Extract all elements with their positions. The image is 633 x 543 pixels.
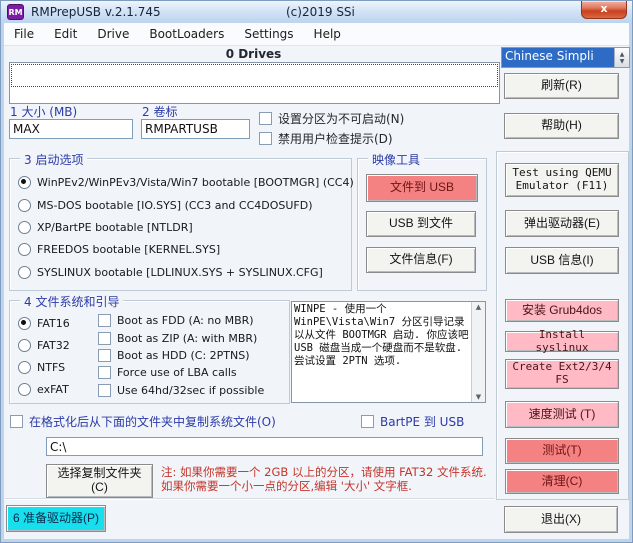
boot-options-group: 3 启动选项 WinPEv2/WinPEv3/Vista/Win7 bootab… bbox=[9, 151, 354, 291]
boot-option-info-box: WINPE - 使用一个 WinPE\Vista\Win7 分区引导记录以从文件… bbox=[291, 301, 486, 403]
copy-files-checkbox[interactable]: 在格式化后从下面的文件夹中复制系统文件(O) bbox=[10, 413, 276, 430]
filesystem-title: 4 文件系统和引导 bbox=[20, 293, 124, 310]
fs-check-hdd[interactable]: Boot as HDD (C: 2PTNS) bbox=[98, 349, 250, 362]
filesystem-group: 4 文件系统和引导 FAT16 FAT32 NTFS exFAT Boot as… bbox=[9, 293, 290, 404]
size-input[interactable] bbox=[9, 119, 133, 139]
partition-note: 注: 如果你需要一个 2GB 以上的分区，请使用 FAT32 文件系统. 如果你… bbox=[161, 465, 487, 493]
boot-option-msdos[interactable]: MS-DOS bootable [IO.SYS] (CC3 and CC4DOS… bbox=[18, 199, 313, 212]
size-label: 1 大小 (MB) bbox=[10, 105, 78, 119]
prepare-drive-button[interactable]: 6 准备驱动器(P) bbox=[6, 505, 106, 532]
menu-bootloaders[interactable]: BootLoaders bbox=[139, 24, 234, 44]
image-tools-group: 映像工具 文件到 USB USB 到文件 文件信息(F) bbox=[357, 151, 487, 291]
file-info-button[interactable]: 文件信息(F) bbox=[366, 247, 476, 273]
qemu-test-button[interactable]: Test using QEMU Emulator (F11) bbox=[505, 163, 619, 197]
boot-option-syslinux[interactable]: SYSLINUX bootable [LDLINUX.SYS + SYSLINU… bbox=[18, 266, 323, 279]
image-tools-title: 映像工具 bbox=[368, 151, 425, 168]
drive-list-focus-rect bbox=[11, 64, 498, 87]
spinner-up-icon[interactable]: ▲ bbox=[620, 51, 625, 58]
radio-icon[interactable] bbox=[18, 361, 31, 374]
volume-label: 2 卷标 bbox=[142, 105, 178, 119]
checkbox-icon[interactable] bbox=[98, 366, 111, 379]
fs-option-fat16[interactable]: FAT16 bbox=[18, 317, 70, 330]
boot-option-winpe[interactable]: WinPEv2/WinPEv3/Vista/Win7 bootable [BOO… bbox=[18, 176, 354, 189]
radio-icon[interactable] bbox=[18, 339, 31, 352]
menu-bar: File Edit Drive BootLoaders Settings Hel… bbox=[4, 23, 629, 46]
language-selected-value: Chinese Simpli bbox=[502, 48, 614, 67]
boot-option-info-text: WINPE - 使用一个 WinPE\Vista\Win7 分区引导记录以从文件… bbox=[294, 303, 469, 367]
scroll-down-icon[interactable]: ▼ bbox=[472, 393, 485, 401]
no-prompts-checkbox[interactable]: 禁用用户检查提示(D) bbox=[259, 130, 393, 147]
fs-check-fdd[interactable]: Boot as FDD (A: no MBR) bbox=[98, 314, 254, 327]
spinner-down-icon[interactable]: ▼ bbox=[620, 58, 625, 65]
no-prompts-label: 禁用用户检查提示(D) bbox=[278, 132, 393, 146]
non-bootable-label: 设置分区为不可启动(N) bbox=[278, 112, 405, 126]
refresh-button[interactable]: 刷新(R) bbox=[504, 73, 619, 99]
test-button[interactable]: 测试(T) bbox=[505, 438, 619, 464]
choose-folder-button[interactable]: 选择复制文件夹(C) bbox=[46, 464, 153, 498]
clean-button[interactable]: 清理(C) bbox=[505, 469, 619, 494]
bartpe-label: BartPE 到 USB bbox=[380, 415, 465, 429]
radio-icon[interactable] bbox=[18, 266, 31, 279]
file-to-usb-button[interactable]: 文件到 USB bbox=[366, 174, 478, 202]
scroll-up-icon[interactable]: ▲ bbox=[472, 303, 485, 311]
menu-help[interactable]: Help bbox=[304, 24, 351, 44]
speed-test-button[interactable]: 速度测试 (T) bbox=[505, 401, 619, 428]
fs-check-zip[interactable]: Boot as ZIP (A: with MBR) bbox=[98, 332, 257, 345]
fs-check-lba[interactable]: Force use of LBA calls bbox=[98, 366, 237, 379]
non-bootable-checkbox[interactable]: 设置分区为不可启动(N) bbox=[259, 110, 404, 127]
radio-icon[interactable] bbox=[18, 317, 31, 330]
copy-files-label: 在格式化后从下面的文件夹中复制系统文件(O) bbox=[29, 415, 276, 429]
checkbox-icon[interactable] bbox=[259, 112, 272, 125]
client-area: 0 Drives Chinese Simpli ▲ ▼ 刷新(R) 帮助(H) … bbox=[4, 46, 630, 539]
eject-drive-button[interactable]: 弹出驱动器(E) bbox=[505, 210, 619, 237]
exit-button[interactable]: 退出(X) bbox=[504, 506, 618, 533]
drive-list[interactable] bbox=[9, 62, 500, 104]
usb-to-file-button[interactable]: USB 到文件 bbox=[366, 211, 476, 237]
window-title: RMPrepUSB v.2.1.745 bbox=[31, 5, 161, 19]
copyright-text: (c)2019 SSi bbox=[286, 5, 355, 19]
install-syslinux-button[interactable]: Install syslinux bbox=[505, 328, 619, 353]
fs-check-64hd[interactable]: Use 64hd/32sec if possible bbox=[98, 384, 264, 397]
language-spinner[interactable]: ▲ ▼ bbox=[614, 48, 629, 67]
checkbox-icon[interactable] bbox=[361, 415, 374, 428]
language-select[interactable]: Chinese Simpli ▲ ▼ bbox=[501, 47, 630, 68]
app-icon: RM bbox=[7, 4, 24, 20]
radio-icon[interactable] bbox=[18, 176, 31, 189]
checkbox-icon[interactable] bbox=[259, 132, 272, 145]
checkbox-icon[interactable] bbox=[98, 384, 111, 397]
checkbox-icon[interactable] bbox=[98, 332, 111, 345]
boot-options-title: 3 启动选项 bbox=[20, 151, 88, 168]
info-scrollbar[interactable]: ▲ ▼ bbox=[471, 302, 485, 402]
create-ext-fs-button[interactable]: Create Ext2/3/4 FS bbox=[505, 359, 619, 389]
menu-settings[interactable]: Settings bbox=[234, 24, 303, 44]
radio-icon[interactable] bbox=[18, 221, 31, 234]
right-tools-group: Test using QEMU Emulator (F11) 弹出驱动器(E) … bbox=[496, 151, 629, 500]
radio-icon[interactable] bbox=[18, 243, 31, 256]
drive-count-label: 0 Drives bbox=[225, 47, 282, 61]
bartpe-checkbox[interactable]: BartPE 到 USB bbox=[361, 413, 464, 430]
boot-option-xp-bartpe[interactable]: XP/BartPE bootable [NTLDR] bbox=[18, 221, 193, 234]
title-bar: RM RMPrepUSB v.2.1.745 (c)2019 SSi x bbox=[1, 1, 632, 23]
install-grub4dos-button[interactable]: 安装 Grub4dos bbox=[505, 299, 619, 322]
checkbox-icon[interactable] bbox=[98, 349, 111, 362]
usb-info-button[interactable]: USB 信息(I) bbox=[505, 247, 619, 274]
checkbox-icon[interactable] bbox=[98, 314, 111, 327]
radio-icon[interactable] bbox=[18, 383, 31, 396]
help-button[interactable]: 帮助(H) bbox=[504, 113, 619, 139]
volume-input[interactable] bbox=[141, 119, 250, 139]
radio-icon[interactable] bbox=[18, 199, 31, 212]
fs-option-fat32[interactable]: FAT32 bbox=[18, 339, 70, 352]
fs-option-exfat[interactable]: exFAT bbox=[18, 383, 69, 396]
checkbox-icon[interactable] bbox=[10, 415, 23, 428]
close-button[interactable]: x bbox=[581, 1, 627, 19]
menu-file[interactable]: File bbox=[4, 24, 44, 44]
fs-option-ntfs[interactable]: NTFS bbox=[18, 361, 65, 374]
menu-drive[interactable]: Drive bbox=[87, 24, 139, 44]
copy-path-input[interactable] bbox=[46, 437, 483, 456]
menu-edit[interactable]: Edit bbox=[44, 24, 87, 44]
rmprepusb-window: RM RMPrepUSB v.2.1.745 (c)2019 SSi x Fil… bbox=[0, 0, 633, 543]
bottom-separator bbox=[5, 498, 495, 500]
boot-option-freedos[interactable]: FREEDOS bootable [KERNEL.SYS] bbox=[18, 243, 220, 256]
